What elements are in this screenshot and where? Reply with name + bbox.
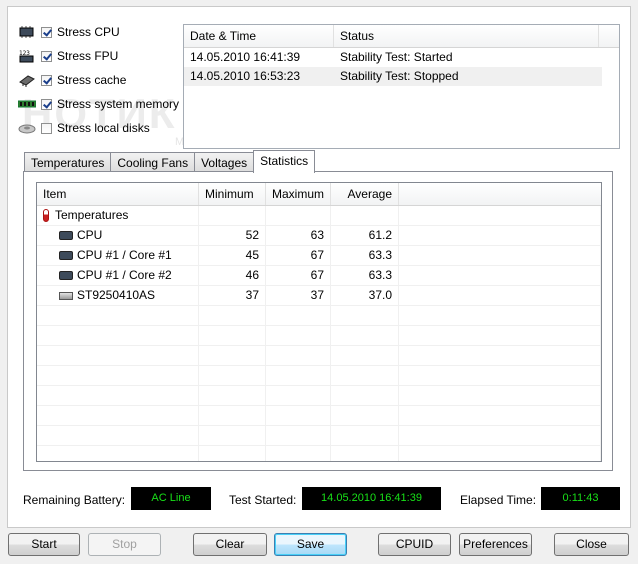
statistics-table[interactable]: Item Minimum Maximum Average Temperature… <box>36 182 602 462</box>
save-button[interactable]: Save <box>274 533 347 556</box>
test-started-label: Test Started: <box>229 493 297 507</box>
fpu-123-icon: 123 <box>18 49 36 63</box>
stop-button[interactable]: Stop <box>88 533 161 556</box>
elapsed-time-value: 0:11:43 <box>541 487 620 510</box>
stats-row-avg: 63.3 <box>331 266 399 285</box>
cache-chip-icon <box>18 73 36 87</box>
log-table[interactable]: Date & Time Status 14.05.2010 16:41:39 S… <box>183 24 620 149</box>
stats-col-average[interactable]: Average <box>331 183 399 205</box>
statistics-tab-panel: Item Minimum Maximum Average Temperature… <box>23 171 613 471</box>
cpu-chip-icon <box>18 25 36 39</box>
stats-row-item: CPU #1 / Core #2 <box>77 268 172 282</box>
cpu-chip-icon <box>59 251 73 260</box>
stats-row-min: 37 <box>199 286 266 305</box>
memory-module-icon <box>17 97 37 111</box>
stats-row-item: CPU #1 / Core #1 <box>77 248 172 262</box>
thermometer-icon <box>43 209 49 222</box>
stress-cache-checkbox[interactable] <box>41 74 52 86</box>
stats-col-item[interactable]: Item <box>37 183 199 205</box>
log-header: Date & Time Status <box>184 25 619 48</box>
stats-col-minimum[interactable]: Minimum <box>199 183 266 205</box>
disk-icon <box>18 121 36 135</box>
stats-row-min: 46 <box>199 266 266 285</box>
stats-col-maximum[interactable]: Maximum <box>266 183 331 205</box>
stats-row[interactable]: CPU #1 / Core #1 45 67 63.3 <box>37 246 601 266</box>
cpu-chip-icon <box>59 271 73 280</box>
log-row[interactable]: 14.05.2010 16:53:23 Stability Test: Stop… <box>184 67 602 86</box>
elapsed-time-label: Elapsed Time: <box>460 493 537 507</box>
stats-row-max: 37 <box>266 286 331 305</box>
stress-cpu-label: Stress CPU <box>57 25 120 39</box>
stats-row-item: CPU <box>77 228 103 242</box>
stats-row-min: 52 <box>199 226 266 245</box>
start-button[interactable]: Start <box>8 533 80 556</box>
stress-memory-option[interactable]: Stress system memory <box>17 95 180 113</box>
log-row-time: 14.05.2010 16:41:39 <box>190 50 301 64</box>
hard-drive-icon <box>59 291 73 300</box>
stress-disks-label: Stress local disks <box>57 121 150 135</box>
log-row-status: Stability Test: Started <box>340 50 453 64</box>
stats-row[interactable]: ST9250410AS 37 37 37.0 <box>37 286 601 306</box>
stats-row[interactable]: CPU #1 / Core #2 46 67 63.3 <box>37 266 601 286</box>
battery-value: AC Line <box>131 487 211 510</box>
stats-row-avg: 37.0 <box>331 286 399 305</box>
log-col-datetime[interactable]: Date & Time <box>184 25 334 47</box>
cpuid-button[interactable]: CPUID <box>378 533 451 556</box>
stats-row-min: 45 <box>199 246 266 265</box>
clear-button[interactable]: Clear <box>193 533 267 556</box>
stats-row-avg: 63.3 <box>331 246 399 265</box>
stats-row-max: 63 <box>266 226 331 245</box>
close-button[interactable]: Close <box>554 533 629 556</box>
test-started-value: 14.05.2010 16:41:39 <box>302 487 441 510</box>
stats-row-avg: 61.2 <box>331 226 399 245</box>
stats-row[interactable]: CPU 52 63 61.2 <box>37 226 601 246</box>
stress-memory-label: Stress system memory <box>57 97 180 111</box>
log-col-status[interactable]: Status <box>334 25 599 47</box>
preferences-button[interactable]: Preferences <box>459 533 532 556</box>
stats-row-max: 67 <box>266 246 331 265</box>
statistics-header: Item Minimum Maximum Average <box>37 183 601 206</box>
battery-label: Remaining Battery: <box>23 493 126 507</box>
stress-cpu-option[interactable]: Stress CPU <box>18 23 120 41</box>
tab-cooling-fans[interactable]: Cooling Fans <box>110 152 196 172</box>
stats-row-max: 67 <box>266 266 331 285</box>
stress-cpu-checkbox[interactable] <box>41 26 52 38</box>
log-row-time: 14.05.2010 16:53:23 <box>190 69 301 83</box>
stress-disks-option[interactable]: Stress local disks <box>18 119 150 137</box>
stress-cache-label: Stress cache <box>57 73 127 87</box>
stats-group-row[interactable]: Temperatures <box>37 206 601 226</box>
log-row-status: Stability Test: Stopped <box>340 69 459 83</box>
stress-fpu-option[interactable]: 123 Stress FPU <box>18 47 118 65</box>
tab-strip: Temperatures Cooling Fans Voltages Stati… <box>24 150 316 173</box>
stress-memory-checkbox[interactable] <box>41 98 52 110</box>
stress-fpu-label: Stress FPU <box>57 49 119 63</box>
stress-disks-checkbox[interactable] <box>41 122 52 134</box>
log-row[interactable]: 14.05.2010 16:41:39 Stability Test: Star… <box>184 48 619 67</box>
tab-voltages[interactable]: Voltages <box>194 152 255 172</box>
stress-cache-option[interactable]: Stress cache <box>18 71 126 89</box>
stress-fpu-checkbox[interactable] <box>41 50 52 62</box>
cpu-chip-icon <box>59 231 73 240</box>
tab-temperatures[interactable]: Temperatures <box>24 152 112 172</box>
stats-row-item: ST9250410AS <box>77 288 156 302</box>
tab-statistics[interactable]: Statistics <box>253 150 316 173</box>
stats-group-label: Temperatures <box>55 208 129 222</box>
